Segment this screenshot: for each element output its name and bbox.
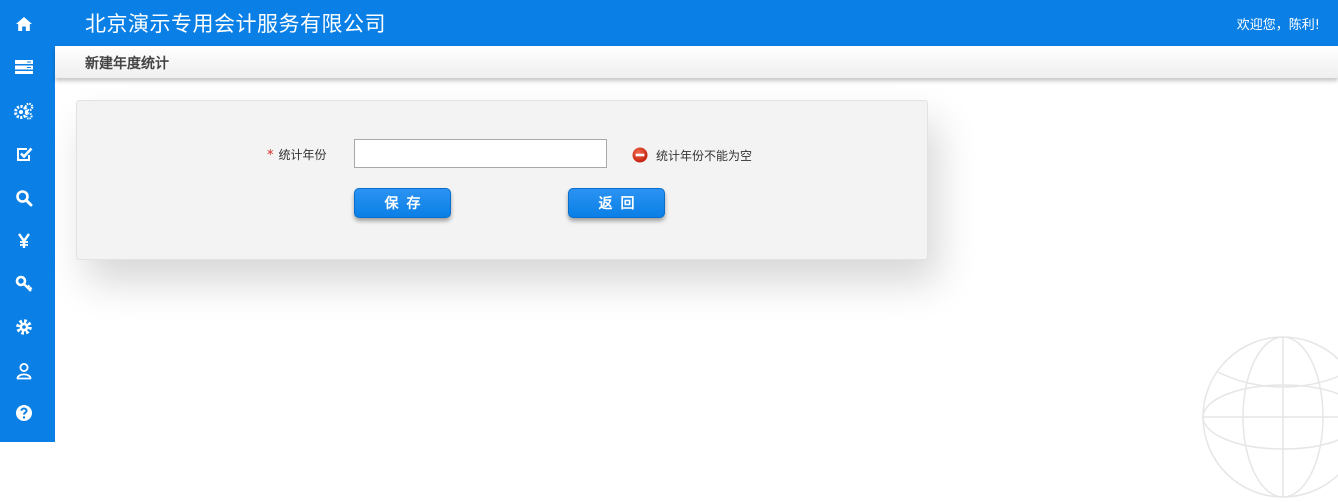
sidebar-nav (0, 0, 55, 442)
home-icon[interactable] (12, 12, 36, 36)
globe-watermark-icon (1198, 332, 1338, 502)
gears-icon[interactable] (12, 99, 36, 123)
page-title: 新建年度统计 (85, 53, 169, 73)
page-header: 新建年度统计 (55, 46, 1338, 78)
year-label-text: 统计年份 (279, 148, 327, 162)
form-panel: * 统计年份 统计年份不能为空 保存 返回 (76, 100, 928, 260)
company-title: 北京演示专用会计服务有限公司 (85, 8, 386, 38)
search-icon[interactable] (12, 186, 36, 210)
error-icon (632, 147, 648, 163)
user-icon[interactable] (12, 359, 36, 383)
validation-error: 统计年份不能为空 (632, 146, 752, 164)
year-field-label: * 统计年份 (267, 146, 327, 163)
yen-icon[interactable] (12, 229, 36, 253)
server-icon[interactable] (12, 55, 36, 79)
gear-icon[interactable] (12, 315, 36, 339)
welcome-user-text: 欢迎您，陈利! (1237, 14, 1320, 33)
top-header: 北京演示专用会计服务有限公司 欢迎您，陈利! (55, 0, 1338, 46)
check-square-icon[interactable] (12, 142, 36, 166)
error-message: 统计年份不能为空 (656, 147, 752, 164)
question-icon[interactable] (12, 401, 36, 425)
save-button[interactable]: 保存 (354, 188, 451, 218)
key-icon[interactable] (12, 272, 36, 296)
year-input[interactable] (354, 139, 607, 168)
back-button[interactable]: 返回 (568, 188, 665, 218)
required-marker: * (267, 148, 274, 163)
